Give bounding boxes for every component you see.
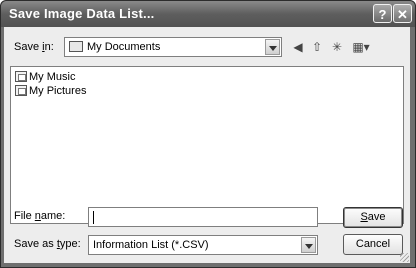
- save-as-type-combobox[interactable]: Information List (*.CSV): [88, 235, 318, 255]
- save-as-type-value: Information List (*.CSV): [93, 239, 209, 251]
- save-in-label: Save in:: [14, 41, 54, 53]
- views-menu-icon[interactable]: ▦▾: [349, 39, 373, 55]
- save-in-combobox[interactable]: My Documents: [64, 37, 282, 57]
- close-button[interactable]: ✕: [393, 4, 412, 23]
- list-item-label: My Pictures: [29, 85, 87, 97]
- help-icon: ?: [378, 7, 387, 22]
- save-in-dropdown-arrow[interactable]: [265, 39, 280, 55]
- cancel-button[interactable]: Cancel: [343, 234, 403, 255]
- save-button[interactable]: Save: [343, 207, 403, 228]
- resize-grip-icon[interactable]: [400, 253, 409, 262]
- list-item-label: My Music: [29, 71, 76, 83]
- back-icon[interactable]: ◀: [290, 39, 306, 55]
- save-dialog: Save Image Data List... ? ✕ Save in: My …: [0, 0, 416, 268]
- save-as-type-label: Save as type:: [14, 238, 81, 250]
- folder-icon: [15, 85, 27, 96]
- close-icon: ✕: [397, 7, 408, 22]
- help-button[interactable]: ?: [373, 4, 392, 23]
- file-list[interactable]: My Music My Pictures: [10, 66, 404, 224]
- save-in-value: My Documents: [87, 41, 161, 53]
- dialog-title: Save Image Data List...: [9, 6, 155, 21]
- file-name-label: File name:: [14, 210, 66, 222]
- folder-icon: [69, 41, 83, 52]
- file-name-input[interactable]: [88, 207, 318, 227]
- dialog-body: Save in: My Documents ◀ ⇧ ✳ ▦▾ My Music …: [4, 27, 410, 263]
- text-cursor: [93, 211, 94, 224]
- up-folder-icon[interactable]: ⇧: [309, 39, 325, 55]
- save-as-type-dropdown-arrow[interactable]: [301, 237, 316, 253]
- new-folder-icon[interactable]: ✳: [329, 39, 345, 55]
- folder-icon: [15, 71, 27, 82]
- title-bar[interactable]: Save Image Data List... ? ✕: [1, 1, 415, 27]
